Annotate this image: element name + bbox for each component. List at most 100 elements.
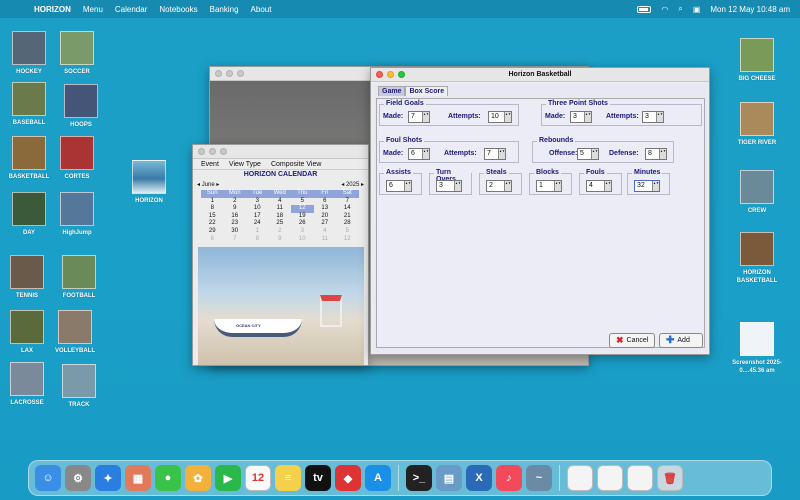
blocks-stepper[interactable]: 1 bbox=[536, 180, 562, 192]
messages-icon[interactable]: ● bbox=[155, 465, 181, 491]
calendar-day[interactable]: 14 bbox=[336, 205, 359, 213]
calendar-day[interactable]: 6 bbox=[201, 236, 224, 244]
calendar-day[interactable]: 29 bbox=[201, 228, 224, 236]
steals-stepper[interactable]: 2 bbox=[486, 180, 512, 192]
calendar-window[interactable]: Event View Type Composite View HORIZON C… bbox=[192, 144, 369, 366]
safari-icon[interactable]: ✦ bbox=[95, 465, 121, 491]
calendar-day[interactable]: 22 bbox=[201, 220, 224, 228]
calendar-day[interactable]: 9 bbox=[224, 205, 247, 213]
calendar-day[interactable]: 26 bbox=[291, 220, 314, 228]
assists-stepper[interactable]: 6 bbox=[386, 180, 412, 192]
tab-box-score[interactable]: Box Score bbox=[405, 86, 449, 96]
desktop-icon-screenshot-2025-0-45-36-am[interactable]: Screenshot 2025-0....45.36 am bbox=[732, 322, 782, 375]
music-icon[interactable]: ♪ bbox=[496, 465, 522, 491]
calendar-day[interactable]: 13 bbox=[314, 205, 337, 213]
xquartz-icon[interactable]: X bbox=[466, 465, 492, 491]
menu-composite-view[interactable]: Composite View bbox=[271, 161, 321, 168]
tv-icon[interactable]: tv bbox=[305, 465, 331, 491]
calendar-day[interactable]: 10 bbox=[291, 236, 314, 244]
menu-item-menu[interactable]: Menu bbox=[83, 5, 103, 14]
calendar-day[interactable]: 9 bbox=[269, 236, 292, 244]
document-1-icon[interactable] bbox=[567, 465, 593, 491]
wifi-icon[interactable]: ◠ bbox=[661, 5, 668, 14]
terminal-icon[interactable]: >_ bbox=[406, 465, 432, 491]
control-center-icon[interactable]: ▣ bbox=[693, 5, 701, 14]
calendar-day[interactable]: 25 bbox=[269, 220, 292, 228]
turnovers-stepper[interactable]: 3 bbox=[436, 180, 462, 192]
finder-icon[interactable]: ☺ bbox=[35, 465, 61, 491]
battery-icon[interactable] bbox=[637, 5, 652, 13]
calendar-day[interactable]: 5 bbox=[291, 198, 314, 206]
calendar-day[interactable]: 8 bbox=[201, 205, 224, 213]
desktop-icon-cortes[interactable]: CORTES bbox=[52, 136, 102, 181]
calendar-day[interactable]: 1 bbox=[201, 198, 224, 206]
add-button[interactable]: ✚ Add bbox=[659, 333, 703, 348]
desktop-icon-tiger-river[interactable]: TIGER RIVER bbox=[732, 102, 782, 147]
zoom-icon[interactable] bbox=[398, 71, 405, 78]
calendar-day[interactable]: 10 bbox=[246, 205, 269, 213]
calendar-day[interactable]: 16 bbox=[224, 213, 247, 221]
calendar-day[interactable]: 17 bbox=[246, 213, 269, 221]
red-app-icon[interactable]: ◆ bbox=[335, 465, 361, 491]
calendar-day[interactable]: 19 bbox=[291, 213, 314, 221]
defense-stepper[interactable]: 8 bbox=[645, 148, 667, 160]
preview-icon[interactable]: ▤ bbox=[436, 465, 462, 491]
calendar-day[interactable]: 21 bbox=[336, 213, 359, 221]
desktop-icon-track[interactable]: TRACK bbox=[54, 364, 104, 409]
desktop-icon-volleyball[interactable]: VOLLEYBALL bbox=[50, 310, 100, 355]
fs-made-stepper[interactable]: 6 bbox=[408, 148, 430, 160]
calendar-day[interactable]: 11 bbox=[314, 236, 337, 244]
basketball-window[interactable]: Horizon Basketball Game Box Score Field … bbox=[370, 67, 710, 355]
desktop-icon-soccer[interactable]: SOCCER bbox=[52, 31, 102, 76]
app-menu[interactable]: HORIZON bbox=[34, 5, 71, 14]
calendar-day[interactable]: 2 bbox=[224, 198, 247, 206]
menu-item-about[interactable]: About bbox=[251, 5, 272, 14]
document-2-icon[interactable] bbox=[597, 465, 623, 491]
calendar-day[interactable]: 2 bbox=[269, 228, 292, 236]
menu-item-notebooks[interactable]: Notebooks bbox=[159, 5, 197, 14]
document-3-icon[interactable] bbox=[627, 465, 653, 491]
trash-icon[interactable]: 🗑 bbox=[657, 465, 683, 491]
calendar-day[interactable]: 7 bbox=[224, 236, 247, 244]
search-icon[interactable]: ⌕ bbox=[678, 4, 682, 14]
desktop-icon-football[interactable]: FOOTBALL bbox=[54, 255, 104, 300]
fg-attempts-stepper[interactable]: 10 bbox=[488, 111, 512, 123]
wave-app-icon[interactable]: ~ bbox=[526, 465, 552, 491]
close-icon[interactable] bbox=[376, 71, 383, 78]
desktop-icon-tennis[interactable]: TENNIS bbox=[2, 255, 52, 300]
calendar-day[interactable]: 6 bbox=[314, 198, 337, 206]
offense-stepper[interactable]: 5 bbox=[577, 148, 599, 160]
calendar-day[interactable]: 4 bbox=[314, 228, 337, 236]
desktop-icon-highjump[interactable]: HighJump bbox=[52, 192, 102, 237]
calendar-day[interactable]: 27 bbox=[314, 220, 337, 228]
calendar-day[interactable]: 3 bbox=[291, 228, 314, 236]
desktop-icon-big-cheese[interactable]: BIG CHEESE bbox=[732, 38, 782, 83]
fouls-stepper[interactable]: 4 bbox=[586, 180, 612, 192]
app-store-icon[interactable]: A bbox=[365, 465, 391, 491]
fg-made-stepper[interactable]: 7 bbox=[408, 111, 430, 123]
calendar-day[interactable]: 20 bbox=[314, 213, 337, 221]
calendar-day[interactable]: 1 bbox=[246, 228, 269, 236]
calendar-day[interactable]: 23 bbox=[224, 220, 247, 228]
calendar-day[interactable]: 30 bbox=[224, 228, 247, 236]
calendar-day[interactable]: 11 bbox=[269, 205, 292, 213]
calendar-day[interactable]: 28 bbox=[336, 220, 359, 228]
fs-attempts-stepper[interactable]: 7 bbox=[484, 148, 506, 160]
tp-attempts-stepper[interactable]: 3 bbox=[642, 111, 664, 123]
desktop-icon-hockey[interactable]: HOCKEY bbox=[4, 31, 54, 76]
desktop-icon-lacrosse[interactable]: LACROSSE bbox=[2, 362, 52, 407]
next-month-arrow[interactable]: ▸ bbox=[216, 182, 219, 188]
photos-icon[interactable]: ✿ bbox=[185, 465, 211, 491]
tab-game[interactable]: Game bbox=[378, 86, 406, 96]
calendar-day[interactable]: 24 bbox=[246, 220, 269, 228]
calendar-day[interactable]: 18 bbox=[269, 213, 292, 221]
basketball-window-titlebar[interactable]: Horizon Basketball bbox=[371, 68, 709, 82]
tp-made-stepper[interactable]: 3 bbox=[570, 111, 592, 123]
menu-event[interactable]: Event bbox=[201, 161, 219, 168]
calendar-day[interactable]: 15 bbox=[201, 213, 224, 221]
desktop-icon-hoops[interactable]: HOOPS bbox=[56, 84, 106, 129]
calendar-day[interactable]: 8 bbox=[246, 236, 269, 244]
calendar-day[interactable]: 5 bbox=[336, 228, 359, 236]
prev-year-arrow[interactable]: ◂ bbox=[341, 182, 344, 188]
calendar-day[interactable]: 4 bbox=[269, 198, 292, 206]
